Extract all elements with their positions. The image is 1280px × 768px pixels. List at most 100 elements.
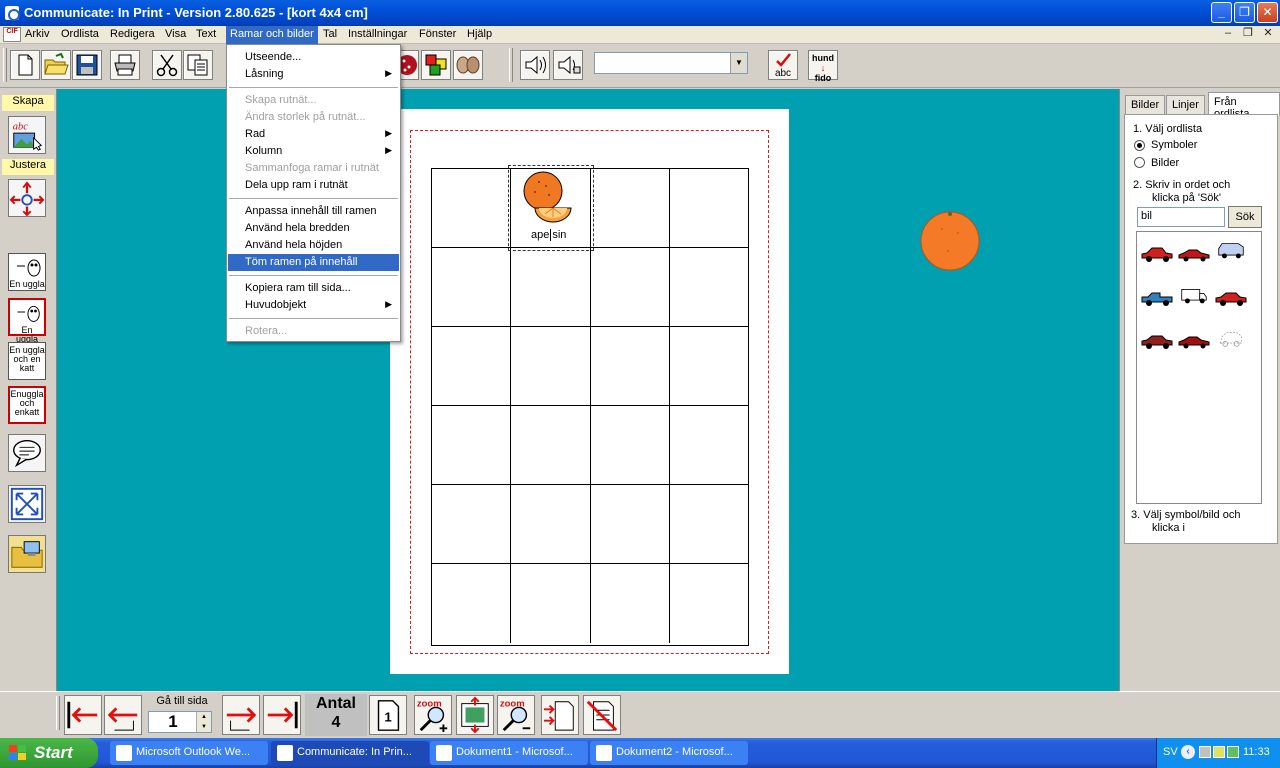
- tab-linjer[interactable]: Linjer: [1166, 95, 1205, 115]
- first-page-button[interactable]: [64, 695, 102, 735]
- menu-item-5[interactable]: Kolumn ▶: [228, 143, 399, 160]
- delete-page-button[interactable]: [583, 695, 621, 735]
- grid-cell[interactable]: [511, 248, 591, 327]
- grid-cell[interactable]: [670, 327, 748, 406]
- card-en-uggla-selected[interactable]: En uggla: [8, 298, 46, 344]
- page-spinner[interactable]: ▲ ▼: [196, 712, 211, 732]
- grid-cell[interactable]: [591, 406, 670, 485]
- card-en-uggla[interactable]: En uggla: [8, 253, 46, 291]
- speak-options-button[interactable]: [553, 50, 583, 80]
- tray-app-2-icon[interactable]: [1227, 746, 1239, 758]
- orange-symbol-icon[interactable]: [521, 170, 577, 228]
- menu-item-8[interactable]: Anpassa innehåll till ramen: [228, 203, 399, 220]
- grid-cell[interactable]: [511, 406, 591, 485]
- fit-page-button[interactable]: [456, 695, 494, 735]
- word-search-input[interactable]: bil: [1137, 207, 1225, 227]
- symbol-results[interactable]: [1136, 231, 1262, 504]
- chevron-left-icon[interactable]: ‹: [1181, 745, 1195, 759]
- document-workspace[interactable]: ape sin: [57, 89, 1119, 691]
- previous-page-button[interactable]: [104, 695, 142, 735]
- spell-check-button[interactable]: abc: [768, 50, 798, 80]
- toolbar-grip[interactable]: [3, 48, 7, 82]
- grid-cell[interactable]: [591, 485, 670, 564]
- page-view-button[interactable]: 1: [369, 695, 407, 735]
- open-button[interactable]: [41, 50, 71, 80]
- close-button[interactable]: ✕: [1257, 2, 1278, 23]
- create-text-tool[interactable]: abc: [8, 116, 46, 154]
- radio-bilder[interactable]: [1134, 157, 1145, 168]
- car-sport-icon[interactable]: [1177, 246, 1211, 264]
- car-red-icon[interactable]: [1140, 246, 1174, 264]
- grid-cell[interactable]: [432, 406, 511, 485]
- toolbar-grip-2[interactable]: [509, 48, 513, 82]
- task-dokument2[interactable]: Dokument2 - Microsof...: [590, 741, 748, 765]
- grid-cell[interactable]: [670, 564, 748, 643]
- texture-button[interactable]: [453, 50, 483, 80]
- van-icon[interactable]: [1214, 242, 1248, 260]
- grid-cell[interactable]: [591, 248, 670, 327]
- menu-tal[interactable]: Tal: [323, 28, 337, 40]
- search-button[interactable]: Sök: [1228, 206, 1262, 228]
- menu-item-7[interactable]: Dela upp ram i rutnät: [228, 177, 399, 194]
- menu-item-11[interactable]: Töm ramen på innehåll: [228, 254, 399, 271]
- menu-fonster[interactable]: Fönster: [419, 28, 456, 40]
- grid-cell[interactable]: [432, 248, 511, 327]
- mdi-restore-button[interactable]: ❐: [1240, 27, 1256, 41]
- radio-bilder-label[interactable]: Bilder: [1151, 157, 1179, 169]
- pickup-icon[interactable]: [1140, 290, 1174, 308]
- speech-bubble-tool[interactable]: [8, 434, 46, 472]
- car-red-2-icon[interactable]: [1214, 290, 1248, 308]
- adjust-tool[interactable]: [8, 179, 46, 217]
- mdi-minimize-button[interactable]: –: [1220, 27, 1236, 41]
- grid-cell[interactable]: [511, 564, 591, 643]
- zoom-in-button[interactable]: zoom: [414, 695, 452, 735]
- menu-item-4[interactable]: Rad ▶: [228, 126, 399, 143]
- fit-to-window-tool[interactable]: [8, 485, 46, 523]
- copy-button[interactable]: [183, 50, 213, 80]
- mdi-close-button[interactable]: ✕: [1260, 27, 1276, 41]
- menu-redigera[interactable]: Redigera: [110, 28, 155, 40]
- car-sketch-icon[interactable]: [1214, 330, 1248, 348]
- car-dark-red-icon[interactable]: [1177, 333, 1211, 351]
- card-en-uggla-och-en-katt[interactable]: En uggla och en katt: [8, 342, 46, 380]
- grid-cell[interactable]: [670, 248, 748, 327]
- card-enuggla-och-enkatt[interactable]: Enuggla och enkatt: [8, 386, 46, 424]
- app-icon[interactable]: [5, 6, 20, 21]
- cell-word[interactable]: ape sin: [531, 229, 566, 241]
- next-page-button[interactable]: [222, 695, 260, 735]
- maximize-button[interactable]: ❐: [1234, 2, 1255, 23]
- skapa-tab[interactable]: Skapa: [2, 95, 54, 111]
- menu-ramar-och-bilder[interactable]: Ramar och bilder: [226, 26, 318, 44]
- justera-tab[interactable]: Justera: [2, 159, 54, 175]
- menu-arkiv[interactable]: Arkiv: [25, 28, 49, 40]
- menu-item-13[interactable]: Huvudobjekt ▶: [228, 297, 399, 314]
- menu-ordlista[interactable]: Ordlista: [61, 28, 99, 40]
- grid-cell[interactable]: [670, 406, 748, 485]
- menu-item-9[interactable]: Använd hela bredden: [228, 220, 399, 237]
- grid-cell[interactable]: [432, 327, 511, 406]
- bottom-grip[interactable]: [56, 696, 60, 730]
- grid-cell[interactable]: [511, 485, 591, 564]
- grid-cell[interactable]: [432, 564, 511, 643]
- grid-cell[interactable]: [511, 327, 591, 406]
- task-outlook[interactable]: Microsoft Outlook We...: [110, 741, 268, 765]
- cut-button[interactable]: [152, 50, 182, 80]
- grid-cell[interactable]: [432, 169, 511, 248]
- last-page-button[interactable]: [263, 695, 301, 735]
- car-sedan-icon[interactable]: [1140, 333, 1174, 351]
- chevron-down-icon[interactable]: ▼: [730, 53, 747, 73]
- menu-item-1[interactable]: Låsning ▶: [228, 66, 399, 83]
- symbol-set-dropdown[interactable]: ▼: [594, 52, 748, 74]
- grid-cell[interactable]: [432, 485, 511, 564]
- loose-orange-image[interactable]: [920, 211, 980, 271]
- grid-cell[interactable]: [670, 485, 748, 564]
- menu-item-0[interactable]: Utseende...: [228, 49, 399, 66]
- zoom-out-button[interactable]: zoom: [497, 695, 535, 735]
- print-button[interactable]: [110, 50, 140, 80]
- task-dokument1[interactable]: Dokument1 - Microsof...: [430, 741, 588, 765]
- document-page[interactable]: ape sin: [390, 109, 789, 674]
- document-icon[interactable]: CIF: [3, 27, 21, 42]
- grid-cell[interactable]: [591, 169, 670, 248]
- minimize-button[interactable]: _: [1211, 2, 1232, 23]
- color-button[interactable]: [421, 50, 451, 80]
